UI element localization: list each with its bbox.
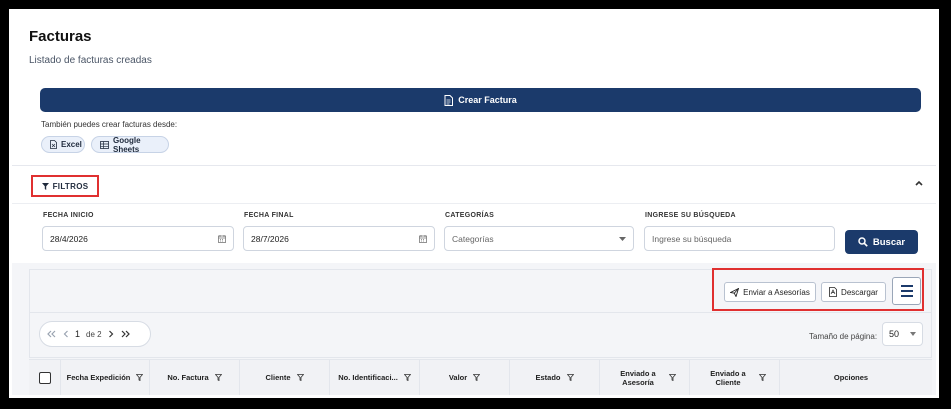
menu-button[interactable] xyxy=(892,277,921,305)
download-button[interactable]: Descargar xyxy=(821,282,886,302)
pagination-control: 1 de 2 xyxy=(39,321,151,347)
prev-page-icon[interactable] xyxy=(63,330,69,338)
hamburger-icon-bar xyxy=(900,290,913,292)
filter-icon[interactable] xyxy=(136,374,144,381)
create-from-text: También puedes crear facturas desde: xyxy=(41,120,178,129)
select-all-checkbox[interactable] xyxy=(38,371,51,384)
send-to-advisors-button[interactable]: Enviar a Asesorías xyxy=(724,282,816,302)
document-icon xyxy=(444,94,454,106)
page-title: Facturas xyxy=(29,28,92,45)
hamburger-icon-bar xyxy=(900,295,913,297)
column-header-label: Valor xyxy=(448,373,468,382)
column-header[interactable]: Fecha Expedición xyxy=(61,360,150,395)
total-pages: de 2 xyxy=(86,329,102,339)
search-input[interactable]: Ingrese su búsqueda xyxy=(644,226,835,251)
table-grid-icon xyxy=(100,140,109,149)
first-page-icon[interactable] xyxy=(46,330,57,338)
start-date-label: FECHA INICIO xyxy=(43,212,94,219)
search-label: INGRESE SU BÚSQUEDA xyxy=(645,212,736,219)
column-header[interactable]: Enviado a Cliente xyxy=(690,360,780,395)
end-date-field[interactable]: 28/7/2026 xyxy=(243,226,435,251)
categories-label: CATEGORÍAS xyxy=(445,212,495,219)
column-header[interactable]: Valor xyxy=(420,360,510,395)
chevron-up-icon[interactable] xyxy=(915,180,923,186)
caret-down-icon xyxy=(619,236,626,241)
search-button[interactable]: Buscar xyxy=(845,230,918,254)
end-date-value: 28/7/2026 xyxy=(251,233,289,244)
column-header-label: Enviado a Asesoría xyxy=(620,368,656,387)
funnel-icon xyxy=(41,182,49,190)
table-header: Fecha Expedición No. Factura Cliente No.… xyxy=(29,359,932,395)
page-subtitle: Listado de facturas creadas xyxy=(29,55,152,66)
column-header-label: Estado xyxy=(535,373,561,382)
next-page-icon[interactable] xyxy=(108,330,114,338)
search-icon xyxy=(858,237,868,247)
filter-icon[interactable] xyxy=(473,374,481,381)
filter-icon[interactable] xyxy=(214,374,222,381)
filters-toggle-label: FILTROS xyxy=(52,181,89,191)
send-to-advisors-label: Enviar a Asesorías xyxy=(743,287,810,297)
current-page[interactable]: 1 xyxy=(75,329,80,339)
paper-plane-icon xyxy=(730,287,740,297)
search-button-label: Buscar xyxy=(872,236,906,248)
download-label: Descargar xyxy=(841,287,878,297)
column-header-label: No. Factura xyxy=(167,373,209,382)
pdf-file-icon xyxy=(829,287,837,297)
filter-icon[interactable] xyxy=(403,374,411,381)
column-header[interactable]: No. Identificaci... xyxy=(330,360,420,395)
start-date-value: 28/4/2026 xyxy=(50,233,88,244)
page-size-label: Tamaño de página: xyxy=(809,332,878,341)
divider xyxy=(12,203,936,204)
last-page-icon[interactable] xyxy=(120,330,131,338)
page-size-select[interactable]: 50 xyxy=(882,322,923,346)
column-header-label: Enviado a Cliente xyxy=(710,368,746,387)
column-header-label: Fecha Expedición xyxy=(66,373,131,382)
page-header: Facturas Listado de facturas creadas Cre… xyxy=(12,12,936,172)
column-header[interactable]: Enviado a Asesoría xyxy=(600,360,690,395)
categories-placeholder: Categorías xyxy=(452,233,494,244)
filter-icon[interactable] xyxy=(759,374,766,381)
column-header-label: No. Identificaci... xyxy=(338,373,398,382)
pagination-bar xyxy=(29,312,932,358)
create-invoice-label: Crear Factura xyxy=(458,95,517,105)
google-sheets-chip[interactable]: Google Sheets xyxy=(91,135,169,154)
excel-chip-label: Excel xyxy=(61,140,82,149)
google-sheets-chip-label: Google Sheets xyxy=(113,135,141,154)
end-date-label: FECHA FINAL xyxy=(244,212,294,219)
filters-panel: FILTROS FECHA INICIO 28/4/2026 FECHA FIN… xyxy=(12,165,936,263)
filter-icon[interactable] xyxy=(566,374,574,381)
create-invoice-button[interactable]: Crear Factura xyxy=(40,88,921,112)
page-size-value: 50 xyxy=(889,329,900,339)
excel-chip[interactable]: Excel xyxy=(41,136,85,153)
select-all-cell xyxy=(29,360,61,395)
column-header[interactable]: Cliente xyxy=(240,360,330,395)
filter-icon[interactable] xyxy=(296,374,304,381)
excel-file-icon xyxy=(50,140,57,149)
hamburger-icon xyxy=(900,285,913,287)
categories-select[interactable]: Categorías xyxy=(444,226,634,251)
caret-down-icon xyxy=(910,332,916,336)
filters-toggle-button[interactable]: FILTROS xyxy=(31,175,99,197)
calendar-icon[interactable] xyxy=(419,234,427,243)
column-header[interactable]: Estado xyxy=(510,360,600,395)
column-header-label: Opciones xyxy=(833,373,869,382)
column-header[interactable]: No. Factura xyxy=(150,360,240,395)
start-date-field[interactable]: 28/4/2026 xyxy=(42,226,234,251)
search-placeholder: Ingrese su búsqueda xyxy=(652,233,732,244)
column-header-label: Cliente xyxy=(265,373,291,382)
calendar-icon[interactable] xyxy=(218,234,226,243)
app-window: Facturas Listado de facturas creadas Cre… xyxy=(6,6,942,401)
column-header: Opciones xyxy=(780,360,922,395)
filter-icon[interactable] xyxy=(669,374,676,381)
